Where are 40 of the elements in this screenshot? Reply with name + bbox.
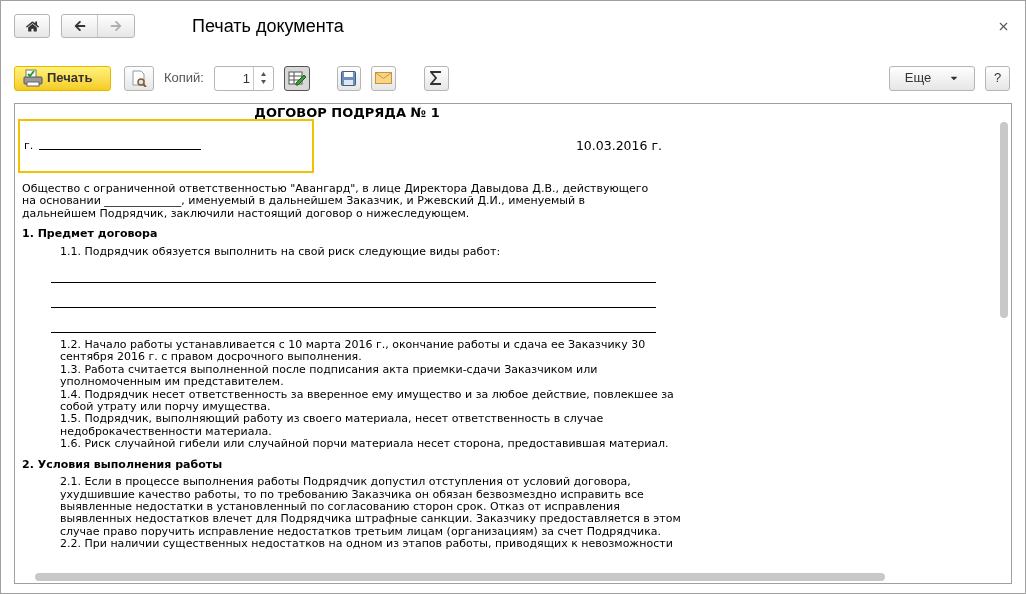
email-button[interactable] bbox=[371, 65, 396, 91]
down-arrow-icon bbox=[261, 80, 266, 84]
copies-label: Копий: bbox=[164, 69, 204, 88]
print-button[interactable]: Печать bbox=[14, 65, 111, 91]
document-title: ДОГОВОР ПОДРЯДА № 1 bbox=[254, 105, 440, 121]
up-arrow-icon bbox=[261, 72, 266, 76]
document-paragraph: Общество с ограниченной ответственностью "Авангард", в лице Директора Давыдова Д.В., действующего на основании ______________, именуемый в дальнейшем Заказчик, и Ржевский Д.И., именуемый в дальнейшем Подрядчик, заключили настоящий договор о нижеследующем. bbox=[22, 183, 650, 221]
home-icon bbox=[25, 19, 39, 33]
copies-value: 1 bbox=[241, 69, 251, 88]
scrollbar-thumb[interactable] bbox=[35, 573, 885, 581]
window-title: Печать документа bbox=[192, 14, 344, 38]
scrollbar-thumb[interactable] bbox=[1000, 122, 1008, 318]
more-button[interactable]: Еще bbox=[889, 65, 975, 91]
document-paragraph: 1.1. Подрядчик обязуется выполнить на свой риск следующие виды работ: bbox=[60, 245, 502, 259]
city-cell[interactable]: г. bbox=[18, 119, 314, 173]
help-button[interactable]: ? bbox=[985, 65, 1010, 91]
envelope-icon bbox=[375, 72, 392, 84]
magnifier-page-icon bbox=[131, 69, 147, 87]
document-paragraph: 1.5. Подрядчик, выполняющий работу из своего материала, несет ответственность в случае недоброкачественности материала. bbox=[60, 413, 605, 439]
sigma-icon bbox=[430, 71, 443, 85]
section-heading: 2. Условия выполнения работы bbox=[22, 458, 224, 472]
home-button[interactable] bbox=[14, 14, 50, 38]
sum-button[interactable] bbox=[424, 65, 449, 91]
arrow-left-icon bbox=[73, 20, 86, 32]
edit-table-button[interactable] bbox=[284, 65, 310, 91]
document-paragraph: 1.6. Риск случайной гибели или случайной порчи материала несет сторона, предоставившая материал. bbox=[60, 438, 670, 451]
document-paragraph: 1.3. Работа считается выполненной после подписания акта приемки-сдачи Заказчиком или уполномоченным им представителем. bbox=[60, 363, 599, 389]
section-heading: 1. Предмет договора bbox=[22, 228, 159, 241]
document-paragraph: 1.2. Начало работы устанавливается с 10 марта 2016 г., окончание работы и сдача ее Заказчику 30 сентября 2016 г. с правом досрочного выполнения. bbox=[60, 339, 647, 364]
document-paragraph: 1.4. Подрядчик несет ответственность за вверенное ему имущество и за любое действие, повлекшее за собой утрату или порчу имущества. bbox=[60, 388, 675, 414]
document-paragraph: 2.1. Если в процессе выполнения работы Подрядчик допустил отступления от условий договора, ухудшившие качество работы, то по требованию Заказчика он обязан безвозмездно исправить все выявленные недостатки в установленный по согласованию сторон срок. Отказ от исправления выявленных недостатков влечет для Подрядчика штрафные санкции. Заказчику предоставляется в этом случае право поручить исправление недостатков третьим лицам (организациям) за счет Подрядчика. bbox=[60, 476, 682, 539]
copies-field[interactable]: 1 bbox=[214, 65, 274, 91]
printer-icon bbox=[23, 69, 43, 87]
table-pencil-icon bbox=[288, 70, 306, 86]
save-button[interactable] bbox=[337, 65, 361, 91]
document-paragraph: 2.2. При наличии существенных недостатков на одном из этапов работы, приводящих к невозможности bbox=[60, 538, 674, 551]
arrow-right-icon bbox=[110, 20, 122, 32]
city-label: г. bbox=[24, 139, 34, 153]
preview-button[interactable] bbox=[124, 65, 154, 91]
document-date: 10.03.2016 г. bbox=[575, 139, 662, 153]
